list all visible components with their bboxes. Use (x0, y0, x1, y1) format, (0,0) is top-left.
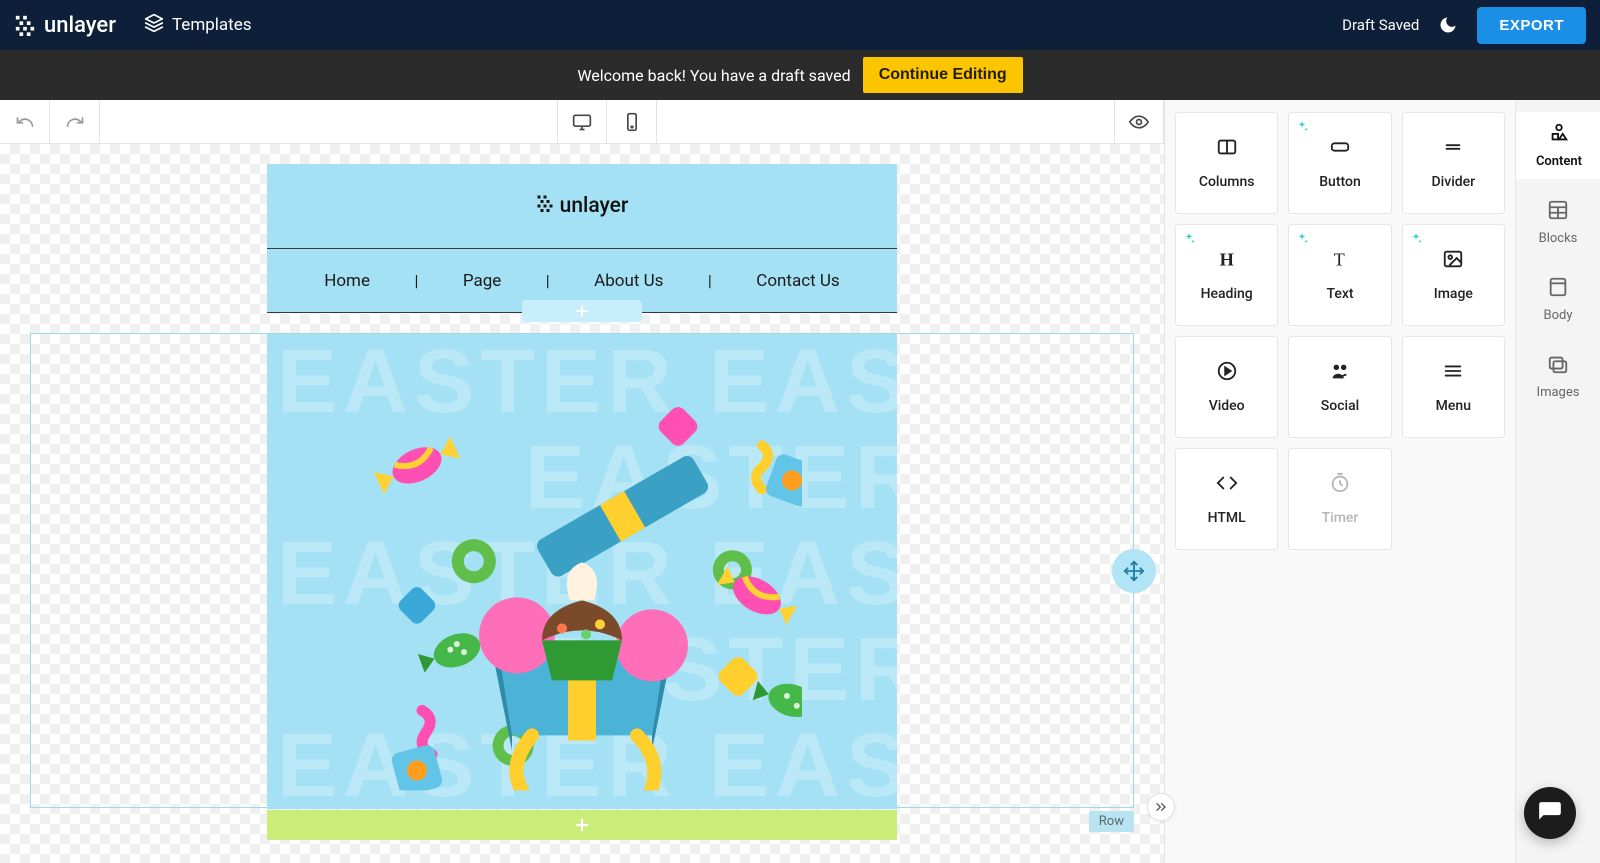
svg-text:T: T (1334, 249, 1345, 269)
tool-video[interactable]: Video (1175, 336, 1278, 438)
social-icon (1326, 360, 1354, 386)
row-drag-handle[interactable] (1112, 549, 1156, 593)
tool-label: HTML (1208, 510, 1246, 526)
email-logo-row[interactable]: unlayer (267, 164, 897, 248)
top-bar: unlayer Templates Draft Saved EXPORT (0, 0, 1600, 50)
rail-tab-label: Content (1536, 154, 1582, 169)
tool-columns[interactable]: Columns (1175, 112, 1278, 214)
add-row-below-handle[interactable] (267, 810, 897, 840)
menu-icon (1439, 360, 1467, 386)
columns-icon (1213, 136, 1241, 162)
tool-label: Social (1321, 398, 1359, 414)
divider-icon (1439, 136, 1467, 162)
blocks-icon (1547, 199, 1569, 225)
nav-separator: | (708, 271, 712, 290)
nav-separator: | (414, 271, 418, 290)
ai-sparkle-icon (1295, 231, 1309, 250)
tool-image[interactable]: Image (1402, 224, 1505, 326)
draft-saved-status: Draft Saved (1342, 16, 1419, 34)
easter-graphic (267, 334, 897, 809)
canvas-area: unlayer Home | Page | About Us | Contact… (0, 100, 1165, 863)
rail-tab-label: Images (1537, 385, 1580, 400)
images-icon (1547, 353, 1569, 379)
canvas-viewport[interactable]: unlayer Home | Page | About Us | Contact… (0, 144, 1164, 863)
redo-button[interactable] (50, 100, 100, 143)
panel-collapse-toggle[interactable] (1147, 793, 1175, 821)
nav-page[interactable]: Page (463, 271, 501, 291)
sidebar-rail: Content Blocks Body Images (1515, 100, 1600, 863)
selected-row[interactable]: EASTER EASTER EASTER EASTER EASTER EASTE… (30, 333, 1134, 808)
rail-tab-label: Body (1544, 308, 1573, 323)
tool-timer: Timer (1288, 448, 1391, 550)
text-icon: T (1326, 248, 1354, 274)
body-icon (1547, 276, 1569, 302)
row-type-badge: Row (1089, 811, 1134, 832)
export-button[interactable]: EXPORT (1477, 7, 1586, 44)
templates-label: Templates (172, 15, 252, 35)
rail-tab-blocks[interactable]: Blocks (1516, 189, 1600, 256)
nav-about[interactable]: About Us (594, 271, 663, 291)
draft-notice-bar: Welcome back! You have a draft saved Con… (0, 50, 1600, 100)
templates-link[interactable]: Templates (144, 13, 252, 38)
tool-text[interactable]: T Text (1288, 224, 1391, 326)
mobile-view-button[interactable] (607, 100, 657, 143)
canvas-toolbar (0, 100, 1164, 144)
ai-sparkle-icon (1409, 231, 1423, 250)
tool-label: Image (1434, 286, 1473, 302)
tool-label: Timer (1322, 510, 1359, 526)
nav-home[interactable]: Home (324, 271, 370, 291)
tool-label: Menu (1436, 398, 1471, 414)
tool-divider[interactable]: Divider (1402, 112, 1505, 214)
tool-label: Columns (1199, 174, 1255, 190)
rail-tab-content[interactable]: Content (1516, 112, 1600, 179)
unlayer-logo-icon (14, 14, 36, 36)
unlayer-logo-icon (536, 194, 554, 218)
add-content-handle[interactable] (522, 300, 642, 322)
dark-mode-toggle[interactable] (1437, 14, 1459, 36)
tool-label: Divider (1432, 174, 1476, 190)
heading-icon: H (1213, 248, 1241, 274)
content-icon (1548, 122, 1570, 148)
tool-html[interactable]: HTML (1175, 448, 1278, 550)
brand-name: unlayer (44, 13, 116, 38)
ai-sparkle-icon (1295, 119, 1309, 138)
tool-label: Text (1326, 286, 1353, 302)
image-icon (1439, 248, 1467, 274)
chat-support-button[interactable] (1524, 787, 1576, 839)
tool-menu[interactable]: Menu (1402, 336, 1505, 438)
nav-contact[interactable]: Contact Us (756, 271, 839, 291)
timer-icon (1326, 472, 1354, 498)
rail-tab-body[interactable]: Body (1516, 266, 1600, 333)
brand-logo[interactable]: unlayer (14, 13, 116, 38)
email-brand-logo: unlayer (536, 194, 629, 218)
tool-label: Video (1209, 398, 1245, 414)
email-brand-name: unlayer (560, 194, 629, 218)
rail-tab-images[interactable]: Images (1516, 343, 1600, 410)
notice-text: Welcome back! You have a draft saved (577, 66, 850, 85)
rail-tab-label: Blocks (1539, 231, 1578, 246)
email-nav-row[interactable]: Home | Page | About Us | Contact Us (267, 248, 897, 313)
hero-image-block[interactable]: EASTER EASTER EASTER EASTER EASTER EASTE… (267, 334, 897, 809)
continue-editing-button[interactable]: Continue Editing (863, 57, 1023, 93)
html-icon (1213, 472, 1241, 498)
tool-social[interactable]: Social (1288, 336, 1391, 438)
content-tools-panel: Columns Button Divider H Heading T Text Image Vi… (1165, 100, 1515, 863)
svg-text:H: H (1219, 249, 1233, 269)
button-icon (1326, 136, 1354, 162)
tool-heading[interactable]: H Heading (1175, 224, 1278, 326)
preview-button[interactable] (1114, 100, 1164, 143)
ai-sparkle-icon (1182, 231, 1196, 250)
email-body[interactable]: unlayer Home | Page | About Us | Contact… (267, 164, 897, 313)
tool-label: Heading (1201, 286, 1253, 302)
layers-icon (144, 13, 164, 38)
undo-button[interactable] (0, 100, 50, 143)
video-icon (1213, 360, 1241, 386)
nav-separator: | (546, 271, 550, 290)
tool-button[interactable]: Button (1288, 112, 1391, 214)
desktop-view-button[interactable] (557, 100, 607, 143)
tool-label: Button (1319, 174, 1361, 190)
